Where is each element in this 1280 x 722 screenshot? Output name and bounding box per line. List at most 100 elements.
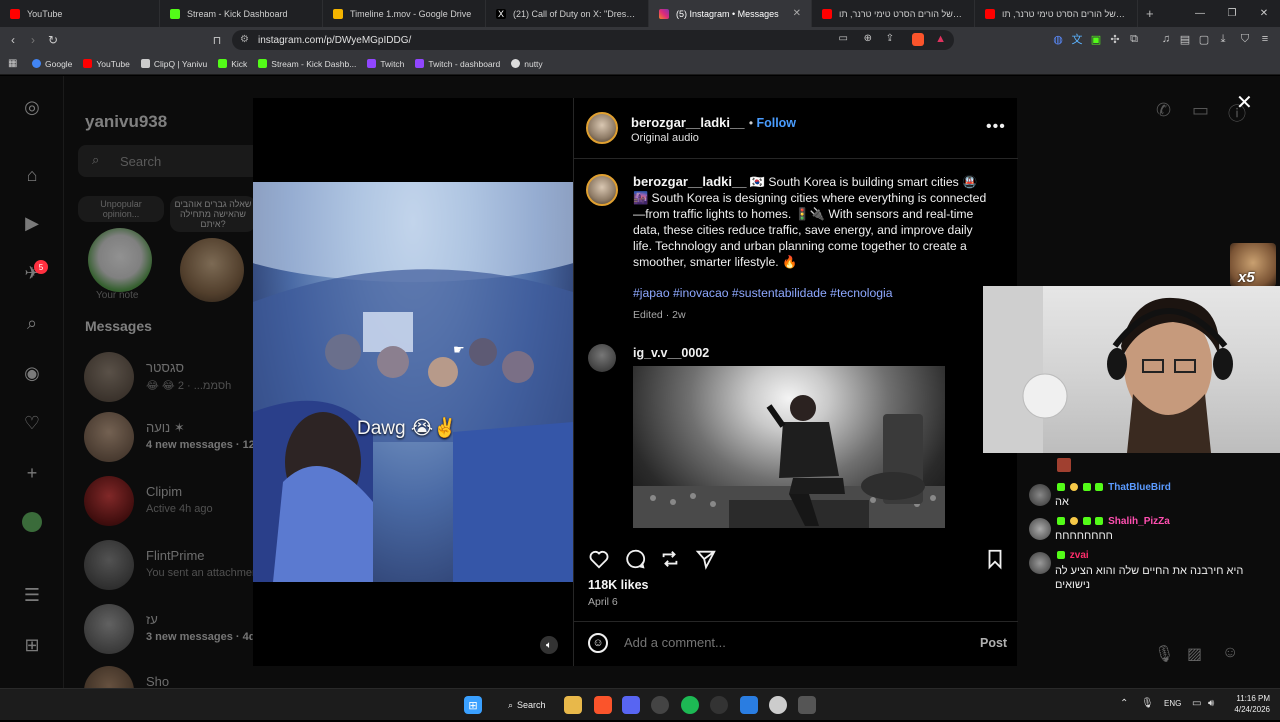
vpn-icon[interactable]: ⛉ [1238,32,1252,46]
post-comment-button[interactable]: Post [980,636,1007,650]
close-tab-icon[interactable]: ✕ [785,8,801,19]
bookmark-icon[interactable]: ⊓ [208,31,226,49]
account-username[interactable]: yanivu938 [85,112,167,132]
tab-youtube-hebrew-1[interactable]: קסם של הורים הסרט טימי טרנר, תו [812,0,975,27]
more-options-icon[interactable]: ••• [986,118,1006,136]
friend-note-avatar[interactable] [180,238,244,302]
more-menu-icon[interactable]: ☰ [21,584,43,606]
image-upload-icon[interactable]: ▨ [1187,644,1202,664]
microphone-icon[interactable]: 🎙︎ [1154,644,1174,664]
kick-extension-icon[interactable]: ▣ [1089,32,1103,46]
share-icon[interactable] [695,548,717,570]
comment-image[interactable] [633,366,945,528]
author-avatar[interactable] [586,112,618,144]
save-icon[interactable] [984,548,1006,570]
close-modal-icon[interactable]: ✕ [1236,90,1253,115]
app-icon[interactable] [710,696,728,714]
explore-icon[interactable]: ◉ [21,362,43,384]
likes-count[interactable]: 118K likes [588,578,648,592]
tray-mic-icon[interactable]: 🎙︎ [1141,698,1154,709]
discord-icon[interactable] [622,696,640,714]
puzzle-icon[interactable]: ✣ [1108,32,1122,46]
brave-shield-icon[interactable] [912,33,924,46]
bookmark-nutty[interactable]: nutty [511,59,543,69]
note-bubble[interactable]: Unpopular opinion... [78,196,164,222]
obs-icon[interactable] [651,696,669,714]
author-username[interactable]: berozgar__ladki__ [631,115,744,130]
bookmark-google[interactable]: Google [32,59,72,69]
reels-icon[interactable]: ▶ [21,212,43,234]
wallet-icon[interactable]: ▢ [1197,32,1211,46]
restore-icon[interactable]: ❐ [1216,0,1248,27]
tab-youtube-hebrew-2[interactable]: קסם של הורים הסרט טימי טרנר, תו [975,0,1138,27]
vs-code-icon[interactable] [740,696,758,714]
threads-icon[interactable]: ⊞ [21,634,43,656]
share-icon[interactable]: ⇪ [886,33,894,44]
tab-kick-dashboard[interactable]: Stream - Kick Dashboard [160,0,323,27]
apps-grid-icon[interactable]: ▦ [8,58,17,69]
site-info-icon[interactable]: ⚙ [240,34,249,45]
audio-label[interactable]: Original audio [631,132,699,144]
my-note-avatar[interactable] [88,228,152,292]
close-window-icon[interactable]: ✕ [1248,0,1280,27]
follow-button[interactable]: Follow [756,116,796,130]
tab-instagram-messages[interactable]: (5) Instagram • Messages ✕ [649,0,812,27]
taskbar-search[interactable]: ⌕ Search [500,696,554,714]
bookmark-clipq[interactable]: ClipQ | Yanivu [140,59,207,69]
back-icon[interactable]: ‹ [4,31,22,49]
extension-icon[interactable]: ◍ [1051,32,1065,46]
instagram-logo-icon[interactable]: ◎ [21,96,43,118]
tab-x-call-of-duty[interactable]: X (21) Call of Duty on X: "Dress to flex [486,0,649,27]
sticker-icon[interactable]: ☺ [1222,644,1238,662]
author-avatar[interactable] [586,174,618,206]
tab-youtube[interactable]: YouTube [0,0,160,27]
post-hashtags[interactable]: #japao #inovacao #sustentabilidade #tecn… [633,286,893,300]
cast-icon[interactable]: ▭ [839,33,848,44]
zoom-icon[interactable]: ⊕ [864,33,872,44]
language-indicator[interactable]: ENG [1164,699,1181,708]
home-icon[interactable]: ⌂ [21,164,43,186]
heart-icon[interactable]: ♡ [21,412,43,434]
post-video-player[interactable]: Dawg 😭✌️ ☛ 🔈︎ [253,98,573,666]
like-icon[interactable] [588,548,610,570]
translate-icon[interactable]: 文 [1070,32,1084,46]
sidebar-icon[interactable]: ▤ [1178,32,1192,46]
comment-input[interactable] [624,635,944,650]
screenshot-icon[interactable]: ⧉ [1127,32,1141,46]
forward-icon[interactable]: › [24,31,42,49]
minimize-icon[interactable]: — [1184,0,1216,27]
tab-google-drive[interactable]: Timeline 1.mov - Google Drive [323,0,486,27]
system-clock[interactable]: 11:16 PM 4/24/2026 [1234,693,1270,715]
download-icon[interactable]: ⤓ [1216,32,1230,46]
commenter-username[interactable]: ig_v.v__0002 [633,346,709,360]
commenter-avatar[interactable] [588,344,616,372]
create-icon[interactable]: + [21,462,43,484]
volume-icon[interactable]: 🔊︎ [1208,698,1214,709]
spotify-icon[interactable] [681,696,699,714]
network-icon[interactable]: ▭ [1192,698,1201,709]
music-icon[interactable]: ♫ [1159,32,1173,46]
repost-icon[interactable] [659,548,681,570]
profile-avatar[interactable] [22,512,42,532]
file-explorer-icon[interactable] [564,696,582,714]
video-call-icon[interactable]: ▭ [1192,100,1209,121]
tray-chevron-icon[interactable]: ⌃ [1120,698,1128,709]
audio-toggle-icon[interactable]: 🔈︎ [540,636,558,654]
menu-icon[interactable]: ≡ [1258,32,1272,46]
caption-author[interactable]: berozgar__ladki__ [633,174,746,189]
brave-rewards-icon[interactable]: ▲ [935,33,946,45]
phone-icon[interactable]: ✆ [1156,100,1171,121]
search-icon[interactable]: ⌕ [21,312,43,334]
comment-icon[interactable] [624,548,646,570]
bookmark-twitch[interactable]: Twitch [367,59,404,69]
note-bubble[interactable]: שאלה גברים אוהבים שהאישה מתחילה איתם? [170,196,256,232]
new-tab-button[interactable]: + [1138,6,1162,21]
brave-browser-icon[interactable] [594,696,612,714]
bookmark-kick-dashboard[interactable]: Stream - Kick Dashb... [258,59,356,69]
calculator-icon[interactable] [798,696,816,714]
address-bar[interactable]: ⚙ instagram.com/p/DWyeMGpIDDG/ ▭ ⊕ ⇪ ▲ [232,30,954,50]
emoji-icon[interactable]: ☺ [588,633,608,653]
bookmark-kick[interactable]: Kick [218,59,247,69]
bookmark-youtube[interactable]: YouTube [83,59,130,69]
settings-icon[interactable] [769,696,787,714]
